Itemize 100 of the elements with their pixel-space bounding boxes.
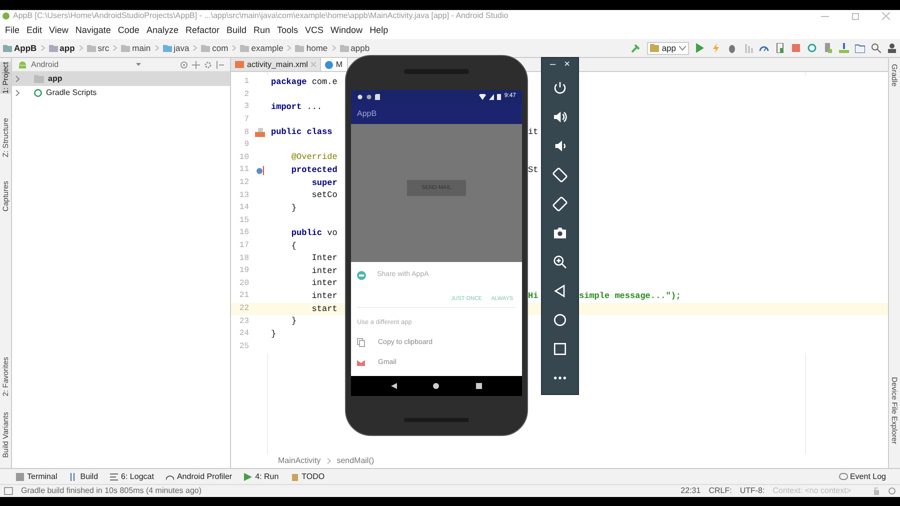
search-icon[interactable]: [871, 43, 881, 53]
stop-icon[interactable]: [791, 43, 801, 53]
tool-window-tab[interactable]: TODO: [290, 470, 325, 482]
line-number: 12: [238, 177, 249, 190]
breadcrumb-item[interactable]: src: [86, 42, 110, 54]
code-text: Inter: [310, 252, 338, 265]
power-icon[interactable]: [552, 80, 568, 96]
menu-item[interactable]: Help: [366, 24, 392, 38]
line-number: 22: [238, 302, 249, 315]
caret-position[interactable]: 22:31: [680, 485, 701, 497]
avd-manager-icon[interactable]: [823, 43, 833, 53]
close-button[interactable]: ×: [564, 58, 570, 72]
app-icon: [357, 270, 366, 280]
home-icon[interactable]: [552, 312, 568, 328]
event-log-tab[interactable]: Event Log: [838, 470, 886, 482]
breadcrumb-item[interactable]: java: [162, 42, 190, 54]
editor-tab[interactable]: activity_main.xml: [231, 58, 321, 71]
code-text: simple message...");: [579, 290, 682, 303]
sync-icon[interactable]: [807, 43, 817, 53]
line-number: 2: [243, 88, 249, 101]
module-icon: [650, 44, 659, 52]
menu-item[interactable]: Analyze: [143, 24, 182, 38]
folder-icon: [295, 44, 304, 52]
camera-icon[interactable]: [552, 225, 568, 241]
hammer-icon[interactable]: [630, 43, 641, 53]
menu-item[interactable]: Tools: [274, 24, 302, 38]
breadcrumb-item[interactable]: appb: [340, 42, 370, 54]
tool-window-tab[interactable]: 6: Logcat: [110, 470, 154, 482]
chevron-icon: [332, 45, 336, 51]
collapse-icon[interactable]: [192, 60, 200, 68]
device-icon[interactable]: [775, 43, 785, 53]
chevron-icon: [326, 458, 331, 464]
breadcrumb-item[interactable]: app: [48, 42, 75, 54]
home-icon[interactable]: [433, 383, 440, 389]
overview-icon[interactable]: [476, 383, 482, 389]
code-text: St: [528, 164, 539, 177]
line-separator[interactable]: CRLF:: [708, 485, 732, 497]
todo-icon: [290, 472, 299, 480]
menu-item[interactable]: Refactor: [182, 24, 222, 38]
crosshair-icon[interactable]: [180, 60, 188, 68]
folder-icon: [340, 44, 349, 52]
tree-item[interactable]: app: [12, 72, 230, 86]
tool-window-tab[interactable]: Terminal: [16, 470, 58, 482]
breadcrumb-item[interactable]: AppB: [3, 42, 37, 54]
run-icon: [244, 472, 252, 480]
menu-item[interactable]: Code: [114, 24, 142, 38]
breadcrumb-item[interactable]: sendMail(): [336, 455, 374, 467]
tool-window-tab[interactable]: Build: [69, 470, 98, 482]
editor-tab[interactable]: M: [320, 58, 348, 71]
menu-item[interactable]: Window: [328, 24, 366, 38]
layout-marker-icon[interactable]: [255, 128, 265, 138]
chevron-icon: [113, 45, 118, 51]
chevron-icon: [78, 45, 83, 51]
code-text: }: [290, 202, 298, 215]
sdk-manager-icon[interactable]: [839, 43, 849, 53]
file-encoding[interactable]: UTF-8:: [740, 485, 765, 497]
overview-icon[interactable]: [552, 341, 568, 357]
tool-window-tab[interactable]: Android Profiler: [166, 470, 232, 482]
rotate-right-icon[interactable]: [552, 196, 568, 212]
back-icon[interactable]: [391, 383, 398, 389]
tree-item[interactable]: Gradle Scripts: [12, 86, 230, 100]
menu-item[interactable]: Edit: [24, 24, 46, 38]
logcat-icon: [110, 472, 118, 480]
gauge-icon: [166, 472, 174, 480]
inspector-icon[interactable]: [888, 487, 896, 495]
line-number: 11: [238, 164, 249, 176]
folder-icon: [34, 75, 44, 83]
gradle-icon: [34, 89, 42, 97]
android-icon: [18, 60, 27, 68]
breadcrumb-item[interactable]: example: [240, 42, 284, 54]
breadcrumb-item[interactable]: home: [295, 42, 328, 54]
caret-icon: [679, 46, 686, 50]
menu-item[interactable]: View: [46, 24, 72, 38]
menu-item[interactable]: Build: [223, 24, 250, 38]
code-text: Hi: [528, 290, 539, 303]
volume-up-icon[interactable]: [552, 109, 568, 125]
panel-toggle-icon[interactable]: [4, 487, 13, 495]
hide-icon[interactable]: [216, 60, 224, 68]
run-icon[interactable]: [695, 43, 705, 53]
project-structure-icon[interactable]: [855, 43, 865, 53]
breadcrumb-item[interactable]: com: [201, 42, 228, 54]
menu-item[interactable]: Run: [250, 24, 274, 38]
chevron-icon: [40, 45, 45, 51]
breadcrumb-item[interactable]: main: [121, 42, 151, 54]
copy-icon: [357, 338, 365, 348]
minimize-button[interactable]: –: [550, 58, 556, 72]
rotate-left-icon[interactable]: [552, 167, 568, 183]
user-icon[interactable]: [887, 43, 897, 53]
menu-item[interactable]: File: [2, 24, 23, 38]
breadcrumb-item[interactable]: MainActivity: [278, 455, 321, 467]
menu-item[interactable]: VCS: [302, 24, 327, 38]
run-config-dropdown[interactable]: app: [646, 42, 689, 54]
menu-item[interactable]: Navigate: [72, 24, 114, 38]
zoom-icon[interactable]: [552, 254, 568, 270]
tool-window-tab[interactable]: 4: Run: [244, 470, 279, 482]
override-marker-icon[interactable]: [256, 166, 264, 175]
line-number: 3: [243, 101, 249, 114]
speech-bubble-icon: [838, 472, 848, 480]
code-text: }: [290, 315, 298, 328]
line-number: 24: [238, 328, 249, 340]
